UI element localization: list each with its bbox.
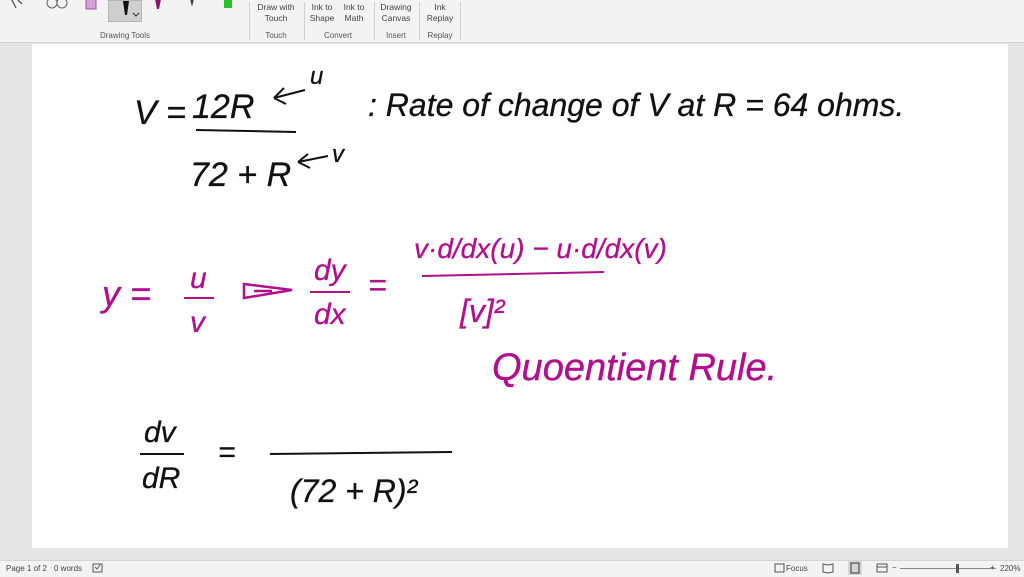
drawing-canvas-line1: Drawing bbox=[380, 2, 412, 12]
ink-fraction-bar-1 bbox=[195, 129, 297, 133]
word-count[interactable]: 0 words bbox=[54, 564, 82, 573]
ink-arrow-to-denominator bbox=[297, 153, 329, 169]
ink-dr: dR bbox=[142, 462, 180, 495]
ink-72-plus-r: 72 + R bbox=[190, 156, 291, 194]
zoom-in-icon[interactable]: + bbox=[990, 563, 995, 572]
ink-12r: 12R bbox=[192, 88, 254, 126]
highlighter-green-icon[interactable] bbox=[222, 0, 234, 16]
eraser-icon[interactable] bbox=[42, 0, 72, 15]
ink-dx: dx bbox=[314, 298, 347, 331]
drawing-canvas-line2: Canvas bbox=[381, 13, 411, 23]
pencil-icon[interactable] bbox=[186, 0, 198, 16]
lasso-select-icon[interactable] bbox=[8, 0, 28, 15]
read-mode-icon[interactable] bbox=[822, 562, 834, 576]
print-layout-icon[interactable] bbox=[848, 561, 862, 575]
page-count[interactable]: Page 1 of 2 bbox=[6, 564, 47, 573]
ink-to-shape-line1: Ink to bbox=[311, 2, 333, 12]
document-page[interactable]: V = 12R u 72 + R v : Rate of change of V… bbox=[32, 44, 1008, 548]
ribbon: Drawing Tools Draw with Touch Touch Ink … bbox=[0, 0, 1024, 43]
focus-icon[interactable] bbox=[774, 562, 786, 576]
drawing-canvas-button[interactable]: Drawing Canvas bbox=[376, 2, 416, 24]
pen-black-selected[interactable] bbox=[108, 0, 142, 22]
ink-to-math-line2: Math bbox=[344, 13, 364, 23]
group-label-replay: Replay bbox=[427, 31, 453, 40]
ink-arrow-to-numerator bbox=[273, 87, 306, 105]
ink-equals-3: = bbox=[218, 436, 236, 469]
focus-label[interactable]: Focus bbox=[786, 564, 808, 573]
ink-replay-button[interactable]: Ink Replay bbox=[422, 2, 458, 24]
ink-u-over: u bbox=[190, 262, 207, 295]
ink-dv: dv bbox=[144, 416, 178, 449]
pen-magenta-icon[interactable] bbox=[152, 0, 164, 16]
zoom-out-icon[interactable]: − bbox=[892, 563, 897, 572]
draw-with-touch-button[interactable]: Draw with Touch bbox=[252, 2, 300, 24]
ink-quotient-denominator: [v]² bbox=[459, 293, 506, 329]
ink-to-math-button[interactable]: Ink to Math bbox=[338, 2, 370, 24]
ink-dy: dy bbox=[314, 254, 348, 287]
ink-equals-2: = bbox=[368, 267, 387, 303]
proofing-icon[interactable] bbox=[92, 562, 104, 576]
ink-v-under: v bbox=[190, 306, 207, 339]
zoom-slider[interactable] bbox=[900, 568, 996, 569]
pen-pink-icon[interactable] bbox=[84, 0, 98, 16]
ink-v-equals: V = bbox=[134, 94, 186, 132]
zoom-level[interactable]: 220% bbox=[1000, 564, 1020, 573]
ink-quotient-numerator: v·d/dx(u) − u·d/dx(v) bbox=[414, 233, 667, 264]
ink-replay-line1: Ink bbox=[434, 2, 446, 12]
ink-to-shape-button[interactable]: Ink to Shape bbox=[306, 2, 338, 24]
web-layout-icon[interactable] bbox=[876, 562, 888, 576]
ink-canvas[interactable]: V = 12R u 72 + R v : Rate of change of V… bbox=[32, 44, 1008, 548]
ink-fraction-bar-final bbox=[269, 451, 453, 455]
zoom-slider-thumb[interactable] bbox=[956, 564, 959, 573]
status-bar: Page 1 of 2 0 words Focus − + 220% bbox=[0, 560, 1024, 577]
group-label-convert: Convert bbox=[323, 31, 352, 40]
ink-replay-line2: Replay bbox=[426, 13, 454, 23]
ink-label-u: u bbox=[310, 63, 323, 90]
ink-72-plus-r-squared: (72 + R)² bbox=[290, 473, 418, 509]
draw-with-touch-line1: Draw with bbox=[257, 2, 295, 12]
group-label-insert: Insert bbox=[385, 31, 406, 40]
ink-quotient-rule-label: Quoentient Rule. bbox=[492, 347, 777, 389]
group-label-drawing-tools: Drawing Tools bbox=[99, 31, 151, 40]
ink-y-equals: y = bbox=[99, 273, 151, 314]
ink-implies-arrow bbox=[242, 282, 293, 300]
ink-label-v: v bbox=[332, 141, 346, 168]
ink-to-shape-line2: Shape bbox=[309, 13, 335, 23]
ink-fraction-bar-quotient bbox=[421, 271, 605, 277]
ink-rate-of-change-text: : Rate of change of V at R = 64 ohms. bbox=[368, 87, 904, 123]
ink-to-math-line1: Ink to bbox=[343, 2, 365, 12]
group-label-touch: Touch bbox=[265, 31, 287, 40]
draw-with-touch-line2: Touch bbox=[264, 13, 288, 23]
